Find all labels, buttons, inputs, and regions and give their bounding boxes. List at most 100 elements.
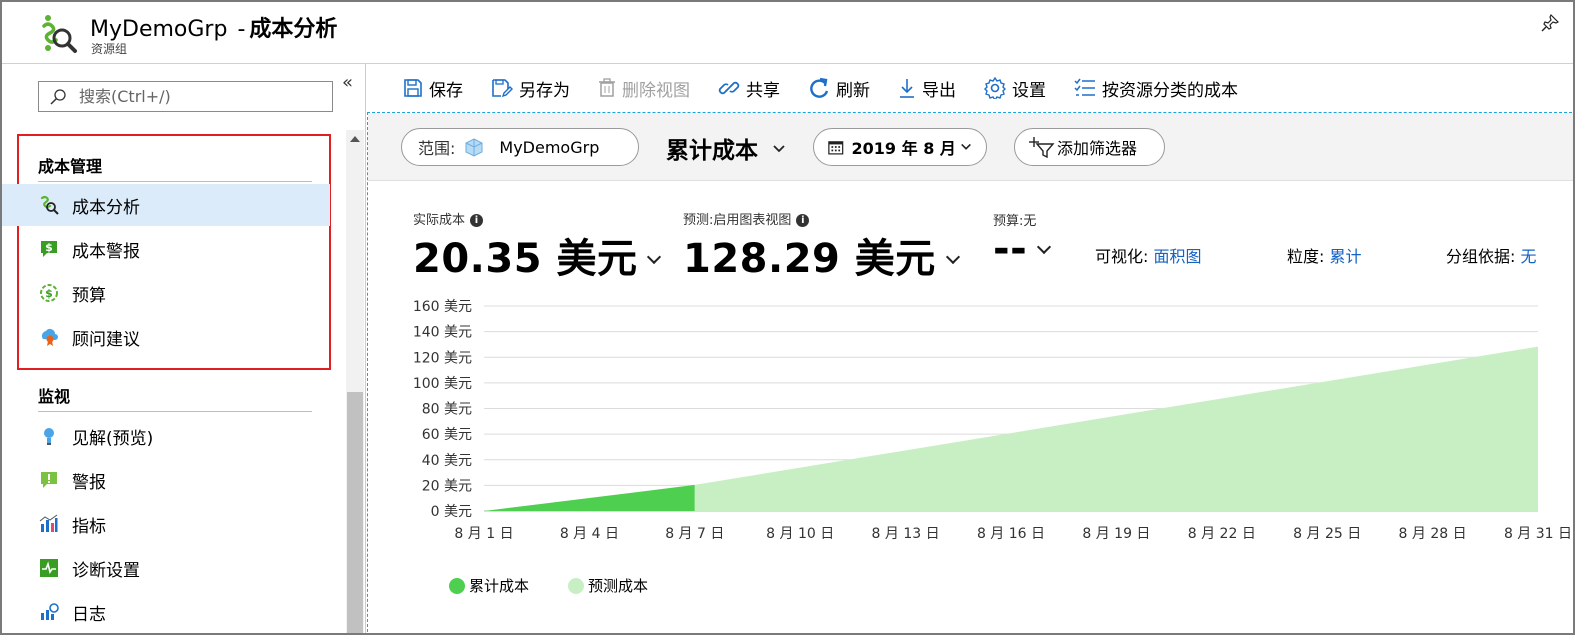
accumulated-cost-area <box>484 484 695 511</box>
sidebar-item-label: 诊断设置 <box>72 560 140 581</box>
main-content: 范围: MyDemoGrp 累计成本 2019 年 8 月 添加筛选器 实际成本… <box>367 112 1573 633</box>
scope-value: MyDemoGrp <box>499 137 600 157</box>
save-as-label: 另存为 <box>519 80 570 101</box>
forecast-value[interactable]: 128.29 美元 <box>683 226 960 284</box>
filter-bar: 范围: MyDemoGrp 累计成本 2019 年 8 月 添加筛选器 <box>368 113 1573 181</box>
legend-item-accumulated[interactable]: 累计成本 <box>449 575 529 596</box>
budget-amount: -- <box>993 226 1028 272</box>
sidebar-item-advisor[interactable]: 顾问建议 <box>2 316 330 358</box>
pin-icon[interactable] <box>1541 14 1559 32</box>
actual-cost-value[interactable]: 20.35 美元 <box>413 226 662 284</box>
resource-name: MyDemoGrp <box>90 17 228 42</box>
x-tick-label: 8 月 10 日 <box>766 526 834 542</box>
visualization-option[interactable]: 可视化: 面积图 <box>1095 243 1202 267</box>
scroll-up-arrow-icon[interactable] <box>350 136 360 142</box>
cost-alert-icon: $ <box>38 238 60 260</box>
y-tick-label: 140 美元 <box>413 325 472 341</box>
sidebar-item-label: 见解(预览) <box>72 428 154 449</box>
sidebar-item-diagnostics[interactable]: 诊断设置 <box>2 547 330 589</box>
granularity-value[interactable]: 累计 <box>1330 247 1362 266</box>
date-range-pill[interactable]: 2019 年 8 月 <box>813 128 987 166</box>
sidebar-item-cost-analysis[interactable]: 成本分析 <box>2 184 330 226</box>
budget-value[interactable]: -- <box>993 226 1052 272</box>
section-divider <box>38 411 312 412</box>
delete-view-button[interactable]: 删除视图 <box>598 76 690 101</box>
cost-analysis-app-icon <box>42 15 77 53</box>
group-by-value[interactable]: 无 <box>1521 247 1537 266</box>
collapse-sidebar-button[interactable]: « <box>342 72 353 93</box>
add-filter-button[interactable]: 添加筛选器 <box>1014 128 1165 166</box>
view-selector[interactable]: 累计成本 <box>666 131 786 165</box>
forecast-cost-area <box>694 346 1538 511</box>
calendar-icon <box>828 141 844 155</box>
granularity-label: 粒度: <box>1287 247 1325 266</box>
settings-button[interactable]: 设置 <box>984 76 1046 101</box>
sidebar-item-logs[interactable]: 日志 <box>2 591 330 633</box>
sidebar-item-cost-alerts[interactable]: $ 成本警报 <box>2 228 330 270</box>
advisor-icon <box>38 326 60 348</box>
sidebar-item-alerts[interactable]: 警报 <box>2 459 330 501</box>
delete-view-label: 删除视图 <box>622 80 690 101</box>
group-by-option[interactable]: 分组依据: 无 <box>1446 243 1537 267</box>
save-button[interactable]: 保存 <box>403 76 463 101</box>
scope-label: 范围: <box>418 139 456 158</box>
x-tick-label: 8 月 13 日 <box>872 526 940 542</box>
legend-label-accumulated: 累计成本 <box>469 577 530 595</box>
cost-by-resource-button[interactable]: 按资源分类的成本 <box>1074 76 1238 101</box>
blade-header: MyDemoGrp - 成本分析 资源组 <box>2 2 1573 64</box>
search-input[interactable] <box>79 87 309 106</box>
chevron-down-icon <box>961 143 971 150</box>
diagnostics-icon <box>38 557 60 579</box>
scrollbar-thumb[interactable] <box>347 392 363 633</box>
visualization-value[interactable]: 面积图 <box>1154 247 1202 266</box>
share-button[interactable]: 共享 <box>718 76 780 101</box>
sidebar-scrollbar[interactable] <box>346 130 364 633</box>
x-tick-label: 8 月 7 日 <box>665 526 724 542</box>
scope-pill[interactable]: 范围: MyDemoGrp <box>401 128 639 166</box>
view-label: 累计成本 <box>666 138 758 164</box>
chevron-down-icon <box>773 145 785 153</box>
cost-analysis-icon <box>38 194 60 216</box>
checklist-icon <box>1074 78 1095 96</box>
y-tick-label: 160 美元 <box>413 299 472 315</box>
metrics-icon <box>38 513 60 535</box>
cost-by-resource-label: 按资源分类的成本 <box>1102 80 1238 101</box>
legend-label-forecast: 预测成本 <box>588 577 649 595</box>
save-icon <box>404 79 422 97</box>
sidebar-item-label: 顾问建议 <box>72 329 140 350</box>
refresh-icon <box>810 77 829 98</box>
link-icon <box>718 81 740 95</box>
legend-item-forecast[interactable]: 预测成本 <box>568 575 648 596</box>
command-bar: 保存 另存为 删除视图 共享 刷新 导出 设置 按资源分类的成本 <box>367 64 1573 112</box>
y-tick-label: 40 美元 <box>422 453 472 469</box>
y-tick-label: 80 美元 <box>422 402 472 418</box>
x-tick-label: 8 月 4 日 <box>560 526 619 542</box>
date-range-value: 2019 年 8 月 <box>851 139 956 158</box>
gear-icon <box>984 77 1006 99</box>
x-tick-label: 8 月 31 日 <box>1504 526 1572 542</box>
page-name: 成本分析 <box>249 17 338 42</box>
sidebar-item-insights[interactable]: 见解(预览) <box>2 415 330 457</box>
x-tick-label: 8 月 1 日 <box>454 526 513 542</box>
export-button[interactable]: 导出 <box>898 76 956 101</box>
visualization-label: 可视化: <box>1095 247 1149 266</box>
logs-icon <box>38 601 60 623</box>
resource-group-icon <box>465 138 483 157</box>
sidebar-item-label: 日志 <box>72 604 106 625</box>
sidebar: « 成本管理 成本分析 $ 成本警报 $ 预算 顾问建议 <box>2 64 366 633</box>
save-as-button[interactable]: 另存为 <box>491 76 570 101</box>
sidebar-item-label: 预算 <box>72 285 106 306</box>
chevron-down-icon <box>1037 239 1052 255</box>
group-by-label: 分组依据: <box>1446 247 1516 266</box>
app-window: MyDemoGrp-成本分析 资源组 « 成本管理 成本分析 <box>0 0 1575 635</box>
x-tick-label: 8 月 28 日 <box>1399 526 1467 542</box>
refresh-button[interactable]: 刷新 <box>808 76 870 101</box>
legend-swatch-forecast <box>568 577 584 594</box>
sidebar-item-metrics[interactable]: 指标 <box>2 503 330 545</box>
forecast-amount: 128.29 美元 <box>683 236 936 282</box>
export-label: 导出 <box>922 80 956 101</box>
sidebar-item-budgets[interactable]: $ 预算 <box>2 272 330 314</box>
search-box[interactable] <box>38 81 333 112</box>
resource-type-label: 资源组 <box>91 42 128 56</box>
granularity-option[interactable]: 粒度: 累计 <box>1287 243 1362 267</box>
